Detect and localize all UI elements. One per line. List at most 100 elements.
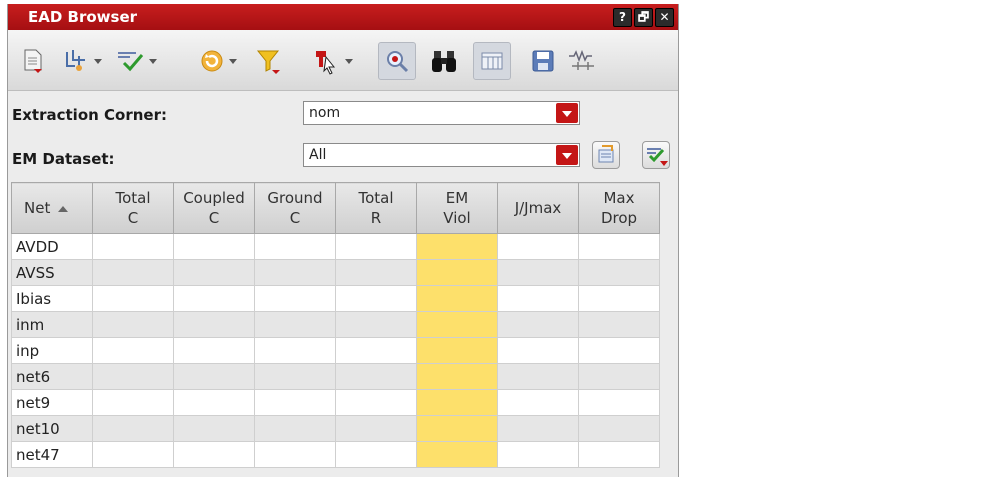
column-header[interactable]: Coupled C	[173, 182, 255, 234]
table-cell[interactable]	[416, 441, 498, 468]
net-selection-button[interactable]	[63, 47, 102, 75]
net-name-cell[interactable]: inm	[11, 311, 93, 338]
table-cell[interactable]	[578, 415, 660, 442]
restore-button[interactable]: 🗗	[634, 8, 653, 27]
find-button[interactable]	[431, 47, 457, 75]
table-row[interactable]: AVSS	[11, 259, 660, 286]
table-cell[interactable]	[254, 441, 336, 468]
table-cell[interactable]	[92, 337, 174, 364]
column-header[interactable]: J/Jmax	[497, 182, 579, 234]
table-cell[interactable]	[497, 415, 579, 442]
table-cell[interactable]	[92, 233, 174, 260]
close-button[interactable]: ✕	[655, 8, 674, 27]
table-cell[interactable]	[335, 259, 417, 286]
table-cell[interactable]	[335, 363, 417, 390]
table-cell[interactable]	[335, 285, 417, 312]
table-row[interactable]: inp	[11, 337, 660, 364]
table-cell[interactable]	[335, 441, 417, 468]
net-name-cell[interactable]: net6	[11, 363, 93, 390]
table-cell[interactable]	[497, 441, 579, 468]
new-document-button[interactable]	[22, 47, 44, 75]
table-cell[interactable]	[335, 311, 417, 338]
chevron-down-icon[interactable]	[556, 103, 578, 123]
table-cell[interactable]	[578, 363, 660, 390]
table-cell[interactable]	[92, 259, 174, 286]
net-name-cell[interactable]: net10	[11, 415, 93, 442]
check-button[interactable]	[116, 47, 157, 75]
table-cell[interactable]	[578, 441, 660, 468]
table-cell[interactable]	[173, 441, 255, 468]
table-cell[interactable]	[254, 389, 336, 416]
net-name-cell[interactable]: AVSS	[11, 259, 93, 286]
table-cell[interactable]	[578, 337, 660, 364]
table-cell[interactable]	[497, 363, 579, 390]
table-row[interactable]: net47	[11, 441, 660, 468]
table-cell[interactable]	[416, 415, 498, 442]
table-cell[interactable]	[335, 233, 417, 260]
table-cell[interactable]	[578, 389, 660, 416]
table-cell[interactable]	[173, 311, 255, 338]
resistor-button[interactable]	[568, 47, 598, 75]
net-name-cell[interactable]: AVDD	[11, 233, 93, 260]
table-cell[interactable]	[254, 285, 336, 312]
table-cell[interactable]	[335, 415, 417, 442]
table-cell[interactable]	[92, 363, 174, 390]
table-cell[interactable]	[173, 259, 255, 286]
help-button[interactable]: ?	[613, 8, 632, 27]
table-row[interactable]: net10	[11, 415, 660, 442]
table-cell[interactable]	[254, 259, 336, 286]
table-cell[interactable]	[92, 285, 174, 312]
filter-button[interactable]	[256, 47, 282, 75]
column-header[interactable]: Total C	[92, 182, 174, 234]
save-button[interactable]	[532, 47, 554, 75]
zoom-button[interactable]	[378, 42, 416, 80]
extraction-corner-select[interactable]: nom	[303, 101, 580, 125]
net-name-cell[interactable]: net9	[11, 389, 93, 416]
net-name-cell[interactable]: Ibias	[11, 285, 93, 312]
dataset-check-button[interactable]	[642, 141, 670, 169]
table-row[interactable]: inm	[11, 311, 660, 338]
table-cell[interactable]	[416, 363, 498, 390]
table-cell[interactable]	[92, 415, 174, 442]
table-row[interactable]: net9	[11, 389, 660, 416]
table-cell[interactable]	[173, 363, 255, 390]
table-cell[interactable]	[416, 259, 498, 286]
column-header[interactable]: Ground C	[254, 182, 336, 234]
table-cell[interactable]	[416, 337, 498, 364]
table-cell[interactable]	[92, 389, 174, 416]
table-cell[interactable]	[578, 259, 660, 286]
table-cell[interactable]	[254, 233, 336, 260]
table-cell[interactable]	[416, 389, 498, 416]
dataset-action-button[interactable]	[592, 141, 620, 169]
table-cell[interactable]	[254, 363, 336, 390]
column-header[interactable]: EM Viol	[416, 182, 498, 234]
table-cell[interactable]	[497, 311, 579, 338]
column-header[interactable]: Max Drop	[578, 182, 660, 234]
table-cell[interactable]	[92, 311, 174, 338]
table-cell[interactable]	[416, 311, 498, 338]
table-cell[interactable]	[497, 337, 579, 364]
table-cell[interactable]	[173, 233, 255, 260]
net-name-cell[interactable]: inp	[11, 337, 93, 364]
probe-button[interactable]	[312, 47, 353, 75]
table-cell[interactable]	[497, 233, 579, 260]
chevron-down-icon[interactable]	[556, 145, 578, 165]
table-cell[interactable]	[254, 311, 336, 338]
table-cell[interactable]	[416, 233, 498, 260]
table-cell[interactable]	[578, 285, 660, 312]
net-name-cell[interactable]: net47	[11, 441, 93, 468]
table-cell[interactable]	[254, 337, 336, 364]
table-cell[interactable]	[92, 441, 174, 468]
table-cell[interactable]	[254, 415, 336, 442]
table-cell[interactable]	[335, 337, 417, 364]
refresh-button[interactable]	[200, 47, 237, 75]
table-row[interactable]: Ibias	[11, 285, 660, 312]
table-cell[interactable]	[578, 233, 660, 260]
em-dataset-select[interactable]: All	[303, 143, 580, 167]
table-cell[interactable]	[497, 389, 579, 416]
table-cell[interactable]	[173, 415, 255, 442]
table-cell[interactable]	[416, 285, 498, 312]
table-cell[interactable]	[173, 337, 255, 364]
column-header[interactable]: Net	[11, 182, 93, 234]
table-view-button[interactable]	[473, 42, 511, 80]
